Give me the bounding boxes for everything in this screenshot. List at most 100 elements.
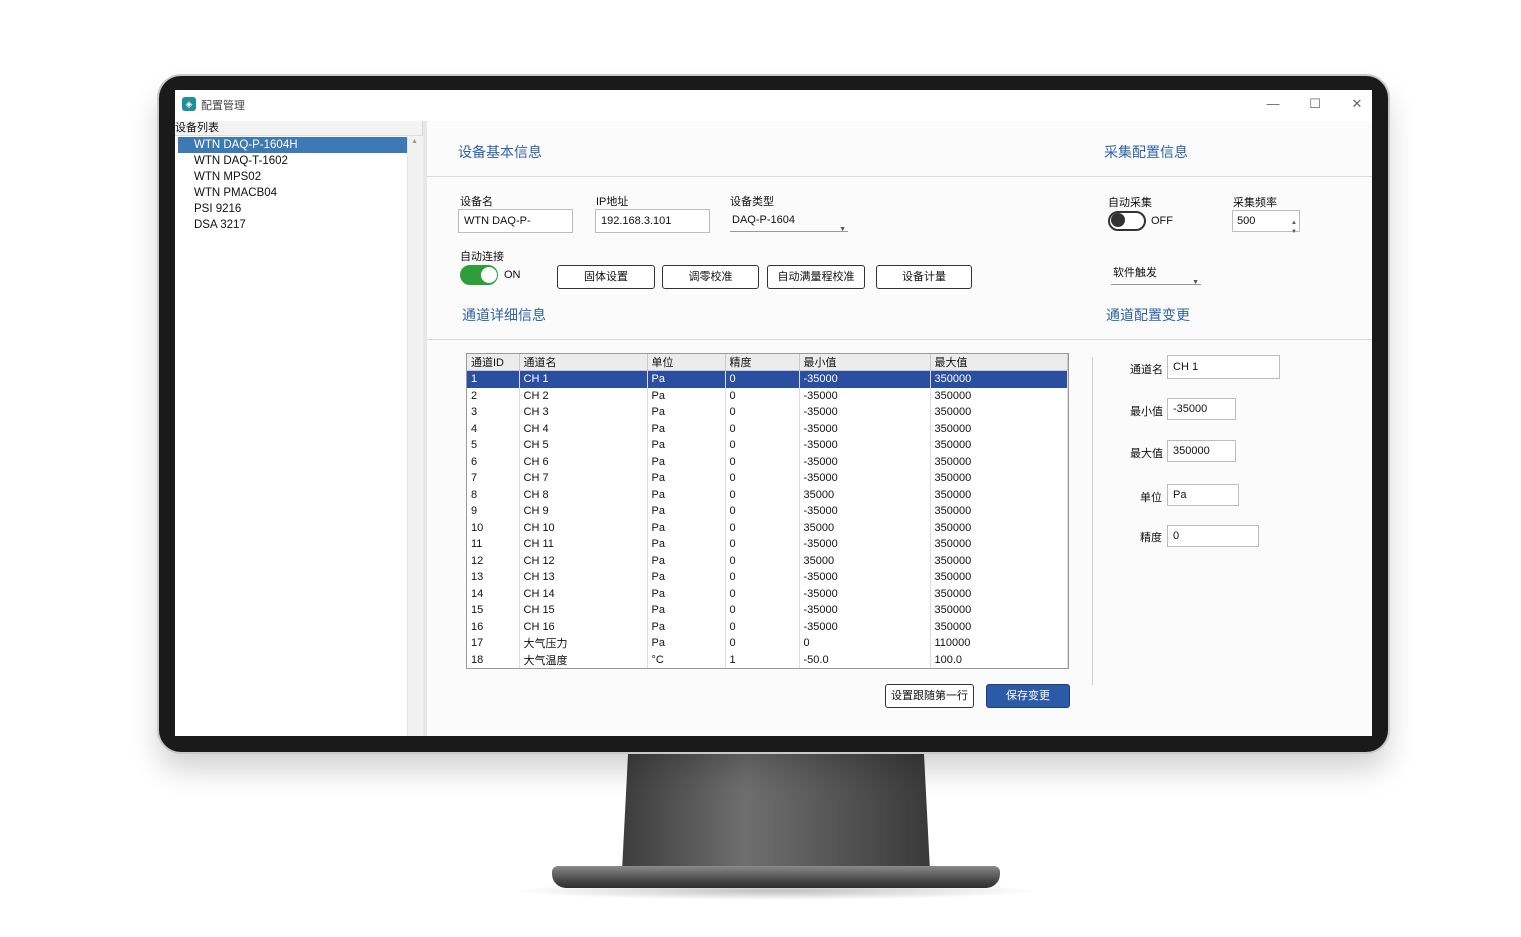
edit-min-field[interactable]: -35000 bbox=[1167, 398, 1236, 420]
table-row[interactable]: 12 CH 12 Pa 0 35000 350000 bbox=[467, 552, 1068, 569]
cell-min: -35000 bbox=[799, 569, 931, 586]
cell-id: 6 bbox=[467, 453, 520, 470]
cell-name: CH 6 bbox=[519, 453, 648, 470]
toggle-knob bbox=[481, 267, 497, 283]
column-header[interactable]: 通道ID bbox=[467, 354, 520, 371]
auto-acq-toggle[interactable] bbox=[1108, 211, 1146, 231]
channel-edit-title: 通道配置变更 bbox=[1106, 307, 1190, 323]
edit-name-field[interactable]: CH 1 bbox=[1167, 355, 1280, 379]
device-item[interactable]: WTN DAQ-T-1602 bbox=[178, 153, 407, 169]
table-row[interactable]: 7 CH 7 Pa 0 -35000 350000 bbox=[467, 470, 1068, 487]
follow-first-row-button[interactable]: 设置跟随第一行 bbox=[885, 684, 974, 708]
device-item[interactable]: DSA 3217 bbox=[178, 217, 407, 233]
save-changes-button[interactable]: 保存变更 bbox=[986, 684, 1070, 708]
device-name-field[interactable]: WTN DAQ-P- bbox=[458, 209, 573, 233]
scroll-up-icon[interactable]: ▲ bbox=[411, 138, 418, 145]
cell-precision: 0 bbox=[725, 569, 800, 586]
cell-name: 大气压力 bbox=[519, 635, 648, 652]
cell-max: 350000 bbox=[930, 536, 1068, 553]
cell-unit: Pa bbox=[647, 585, 726, 602]
device-item[interactable]: WTN DAQ-P-1604H bbox=[178, 137, 407, 153]
toggle-knob bbox=[1111, 213, 1125, 227]
cell-name: CH 3 bbox=[519, 404, 648, 421]
edit-unit-field[interactable]: Pa bbox=[1167, 484, 1239, 506]
device-item[interactable]: WTN MPS02 bbox=[178, 169, 407, 185]
ip-address-field[interactable]: 192.168.3.101 bbox=[595, 209, 710, 233]
cell-unit: Pa bbox=[647, 470, 726, 487]
minimize-icon[interactable]: — bbox=[1258, 94, 1288, 114]
device-item[interactable]: PSI 9216 bbox=[178, 201, 407, 217]
cell-unit: Pa bbox=[647, 404, 726, 421]
auto-connect-state: ON bbox=[504, 269, 521, 281]
table-row[interactable]: 2 CH 2 Pa 0 -35000 350000 bbox=[467, 387, 1068, 404]
table-row[interactable]: 13 CH 13 Pa 0 -35000 350000 bbox=[467, 569, 1068, 586]
cell-name: CH 9 bbox=[519, 503, 648, 520]
table-row[interactable]: 11 CH 11 Pa 0 -35000 350000 bbox=[467, 536, 1068, 553]
column-header[interactable]: 通道名 bbox=[519, 354, 648, 371]
table-row[interactable]: 5 CH 5 Pa 0 -35000 350000 bbox=[467, 437, 1068, 454]
auto-fullscale-calibration-button[interactable]: 自动满量程校准 bbox=[767, 265, 865, 289]
column-header[interactable]: 单位 bbox=[647, 354, 726, 371]
cell-max: 350000 bbox=[930, 569, 1068, 586]
maximize-icon[interactable]: ☐ bbox=[1300, 94, 1330, 114]
cell-min: 0 bbox=[799, 635, 931, 652]
column-header[interactable]: 最大值 bbox=[930, 354, 1068, 371]
table-row[interactable]: 6 CH 6 Pa 0 -35000 350000 bbox=[467, 453, 1068, 470]
cell-name: CH 5 bbox=[519, 437, 648, 454]
ip-label: IP地址 bbox=[596, 196, 629, 208]
cell-name: CH 12 bbox=[519, 552, 648, 569]
table-row[interactable]: 14 CH 14 Pa 0 -35000 350000 bbox=[467, 585, 1068, 602]
zero-calibration-button[interactable]: 调零校准 bbox=[662, 265, 759, 289]
table-row[interactable]: 18 大气温度 °C 1 -50.0 100.0 bbox=[467, 651, 1068, 668]
cell-unit: Pa bbox=[647, 536, 726, 553]
auto-acq-state: OFF bbox=[1151, 215, 1173, 227]
auto-connect-toggle[interactable] bbox=[460, 265, 498, 285]
freq-stepper[interactable]: 500 ▲ ▼ bbox=[1232, 210, 1300, 235]
table-row[interactable]: 16 CH 16 Pa 0 -35000 350000 bbox=[467, 618, 1068, 635]
cell-name: 大气温度 bbox=[519, 651, 648, 668]
device-list-scrollbar[interactable]: ▲ bbox=[407, 136, 423, 736]
cell-precision: 0 bbox=[725, 635, 800, 652]
cell-id: 3 bbox=[467, 404, 520, 421]
device-type-value: DAQ-P-1604 bbox=[732, 214, 795, 226]
table-row[interactable]: 15 CH 15 Pa 0 -35000 350000 bbox=[467, 602, 1068, 619]
device-type-label: 设备类型 bbox=[730, 196, 774, 208]
cell-id: 8 bbox=[467, 486, 520, 503]
cell-unit: Pa bbox=[647, 618, 726, 635]
table-row[interactable]: 1 CH 1 Pa 0 -35000 350000 bbox=[467, 370, 1068, 388]
freq-value: 500 bbox=[1237, 215, 1256, 227]
cell-precision: 0 bbox=[725, 437, 800, 454]
cell-unit: Pa bbox=[647, 437, 726, 454]
cell-precision: 0 bbox=[725, 470, 800, 487]
cell-unit: Pa bbox=[647, 519, 726, 536]
edit-precision-field[interactable]: 0 bbox=[1167, 525, 1259, 547]
column-header[interactable]: 精度 bbox=[725, 354, 800, 371]
cell-precision: 0 bbox=[725, 552, 800, 569]
chevron-down-icon: ▼ bbox=[1192, 279, 1199, 286]
table-row[interactable]: 9 CH 9 Pa 0 -35000 350000 bbox=[467, 503, 1068, 520]
basic-info-title: 设备基本信息 bbox=[458, 144, 542, 160]
close-icon[interactable]: ✕ bbox=[1342, 94, 1372, 114]
cell-id: 2 bbox=[467, 387, 520, 404]
device-metering-button[interactable]: 设备计量 bbox=[876, 265, 972, 289]
device-item[interactable]: WTN PMACB04 bbox=[178, 185, 407, 201]
cell-max: 350000 bbox=[930, 519, 1068, 536]
table-row[interactable]: 4 CH 4 Pa 0 -35000 350000 bbox=[467, 420, 1068, 437]
auto-connect-label: 自动连接 bbox=[460, 251, 504, 263]
column-header[interactable]: 最小值 bbox=[799, 354, 931, 371]
cell-id: 9 bbox=[467, 503, 520, 520]
chevron-down-icon[interactable]: ▼ bbox=[1291, 222, 1297, 242]
table-row[interactable]: 17 大气压力 Pa 0 0 110000 bbox=[467, 635, 1068, 652]
cell-precision: 1 bbox=[725, 651, 800, 668]
cell-unit: Pa bbox=[647, 453, 726, 470]
table-row[interactable]: 10 CH 10 Pa 0 35000 350000 bbox=[467, 519, 1068, 536]
table-row[interactable]: 3 CH 3 Pa 0 -35000 350000 bbox=[467, 404, 1068, 421]
trigger-mode-select[interactable]: 软件触发 ▼ bbox=[1111, 263, 1201, 286]
edit-max-field[interactable]: 350000 bbox=[1167, 440, 1236, 462]
cell-unit: Pa bbox=[647, 420, 726, 437]
cell-min: -50.0 bbox=[799, 651, 931, 668]
edit-max-label: 最大值 bbox=[1130, 448, 1163, 460]
table-row[interactable]: 8 CH 8 Pa 0 35000 350000 bbox=[467, 486, 1068, 503]
firmware-settings-button[interactable]: 固体设置 bbox=[557, 265, 655, 289]
device-type-select[interactable]: DAQ-P-1604 ▼ bbox=[730, 210, 848, 233]
